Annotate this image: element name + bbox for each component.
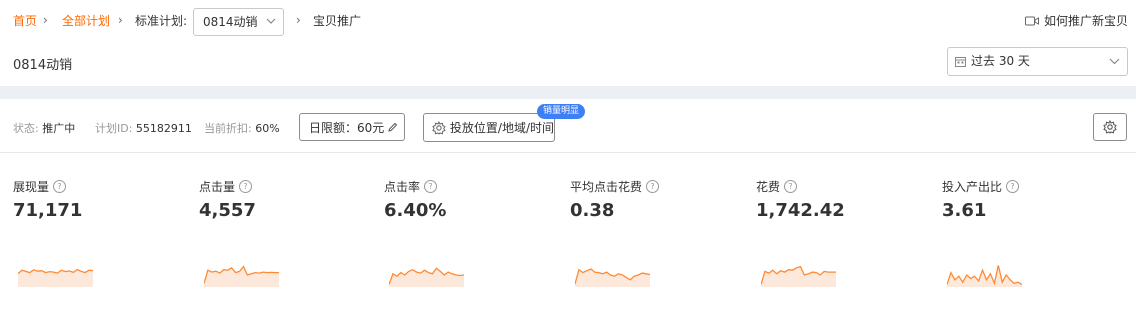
discount-label: 当前折扣:	[204, 122, 252, 135]
calendar-icon	[955, 57, 966, 67]
chevron-down-icon	[1109, 58, 1120, 65]
howto-link[interactable]: 如何推广新宝贝	[1024, 12, 1128, 29]
help-icon[interactable]: ?	[53, 180, 67, 193]
metrics-divider	[0, 152, 1136, 153]
placement-settings-button[interactable]: 投放位置/地域/时间	[423, 113, 555, 142]
plan-select-value: 0814动销	[203, 15, 258, 29]
metric-label-text: 投入产出比	[942, 180, 1003, 194]
edit-icon	[388, 122, 398, 132]
daily-budget-label: 日限额：60元	[309, 120, 385, 135]
gear-icon	[432, 120, 446, 135]
sparkline-area	[575, 269, 650, 287]
help-icon[interactable]: ?	[784, 180, 798, 193]
howto-link-label: 如何推广新宝贝	[1043, 14, 1128, 28]
breadcrumb-home[interactable]: 首页	[13, 13, 37, 29]
metric-value: 71,171	[13, 200, 83, 221]
metric-label-text: 花费	[756, 180, 781, 194]
metric-sparkline	[761, 265, 836, 287]
breadcrumb-separator-icon: ›	[296, 13, 301, 27]
breadcrumb-plan-type: 标准计划:	[135, 14, 188, 28]
metric-label-text: 点击率	[384, 180, 421, 194]
metric-label: 点击量?	[199, 178, 253, 195]
status-item: 状态: 推广中	[13, 120, 75, 136]
daily-budget-button[interactable]: 日限额：60元	[299, 113, 405, 141]
settings-button[interactable]	[1093, 113, 1127, 141]
chevron-down-icon	[266, 18, 276, 24]
status-value: 推广中	[42, 122, 76, 135]
metric-sparkline	[18, 268, 93, 287]
breadcrumb-all-plans[interactable]: 全部计划	[62, 13, 110, 29]
metric-label-text: 平均点击花费	[570, 180, 643, 194]
metric-label: 平均点击花费?	[570, 178, 660, 195]
date-range-select[interactable]: 过去 30 天	[947, 47, 1128, 76]
metric-sparkline	[947, 265, 1022, 287]
metric-label: 点击率?	[384, 178, 438, 195]
breadcrumb-separator-icon: ›	[118, 13, 123, 27]
discount-value: 60%	[255, 122, 280, 135]
breadcrumb-separator-icon: ›	[43, 13, 48, 27]
metric-value: 6.40%	[384, 200, 447, 221]
plan-id-label: 计划ID:	[95, 122, 133, 135]
help-icon[interactable]: ?	[1006, 180, 1020, 193]
placement-badge: 销量明显	[537, 104, 586, 119]
metric-sparkline	[575, 268, 650, 287]
metric-value: 3.61	[942, 200, 987, 221]
metric-label: 花费?	[756, 178, 798, 195]
video-icon	[1024, 16, 1039, 25]
metric-label: 投入产出比?	[942, 178, 1020, 195]
date-range-value: 过去 30 天	[971, 54, 1030, 68]
metric-value: 1,742.42	[756, 200, 845, 221]
metric-sparkline	[389, 267, 464, 287]
plan-id-item: 计划ID: 55182911	[95, 120, 192, 136]
page-title: 0814动销	[13, 58, 73, 73]
discount-item: 当前折扣: 60%	[204, 120, 280, 136]
help-icon[interactable]: ?	[239, 180, 253, 193]
gear-icon	[1103, 120, 1117, 134]
help-icon[interactable]: ?	[424, 180, 438, 193]
help-icon[interactable]: ?	[646, 180, 660, 193]
plan-select[interactable]: 0814动销	[193, 8, 284, 36]
breadcrumb-current: 宝贝推广	[313, 14, 362, 28]
metric-label-text: 展现量	[13, 180, 50, 194]
metric-label-text: 点击量	[199, 180, 236, 194]
metric-value: 0.38	[570, 200, 615, 221]
section-divider-band	[0, 86, 1136, 99]
metric-value: 4,557	[199, 200, 256, 221]
plan-id-value: 55182911	[135, 122, 192, 135]
metric-label: 展现量?	[13, 178, 67, 195]
sparkline-area	[761, 266, 836, 287]
metric-sparkline	[204, 265, 279, 287]
placement-settings-label: 投放位置/地域/时间	[449, 121, 554, 135]
status-label: 状态:	[13, 122, 39, 135]
